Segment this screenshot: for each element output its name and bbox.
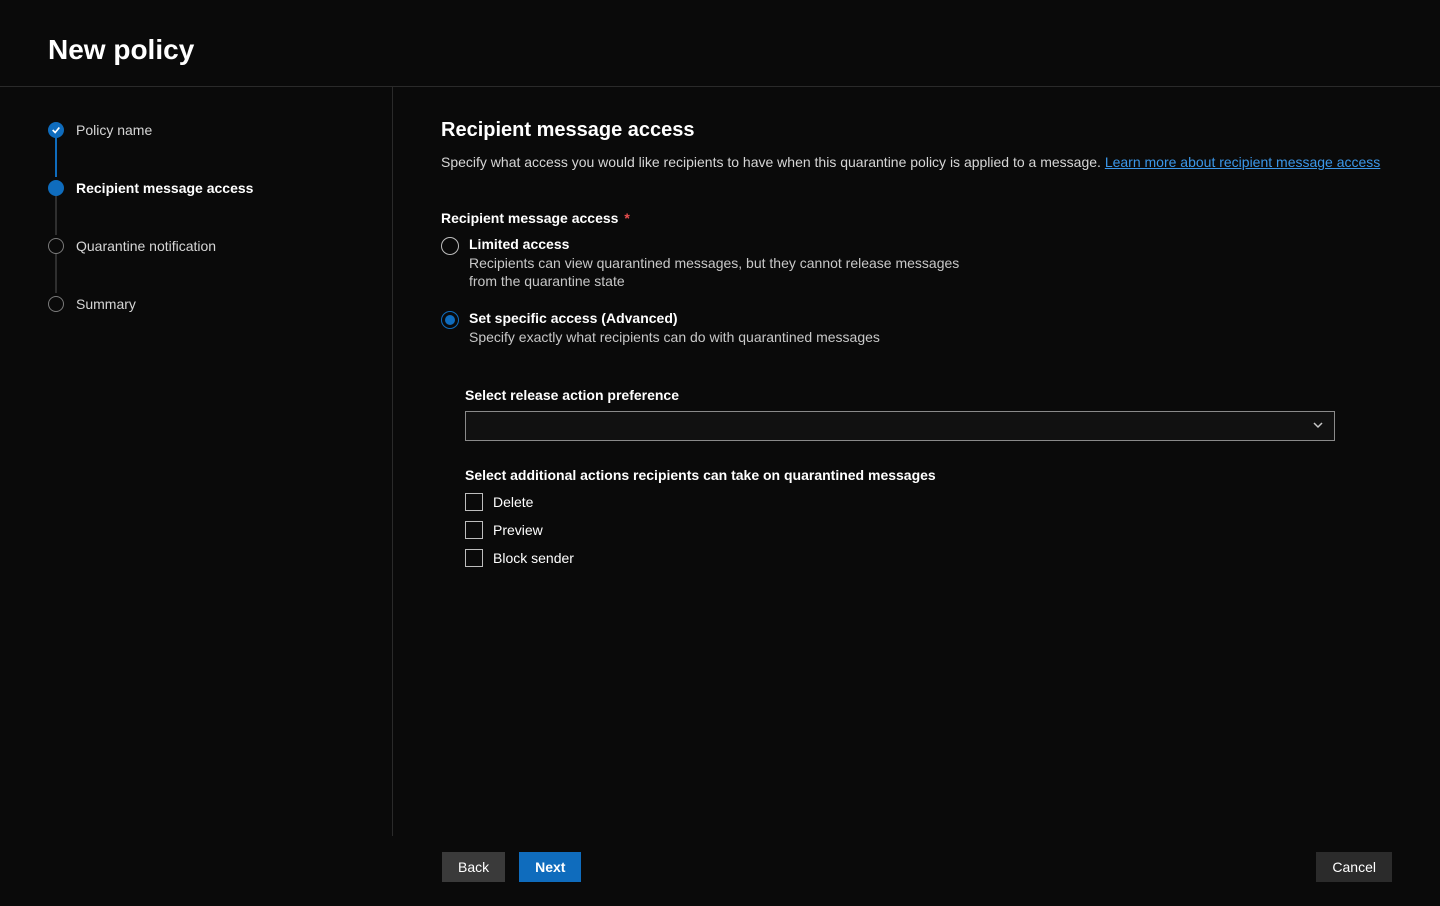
wizard-footer: Back Next Cancel [0, 836, 1440, 906]
radio-texts: Set specific access (Advanced) Specify e… [469, 310, 880, 346]
future-step-icon [48, 296, 64, 312]
radio-icon [441, 311, 459, 329]
checkbox-icon [465, 493, 483, 511]
check-icon [48, 122, 64, 138]
radio-texts: Limited access Recipients can view quara… [469, 236, 969, 290]
field-label-text: Recipient message access [441, 210, 618, 226]
panel-header: New policy [0, 0, 1440, 87]
access-radio-group: Limited access Recipients can view quara… [441, 236, 1392, 347]
step-content: Recipient message access Specify what ac… [393, 87, 1440, 836]
content-description: Specify what access you would like recip… [441, 154, 1392, 170]
field-label-recipient-access: Recipient message access * [441, 210, 1392, 226]
release-preference-label: Select release action preference [465, 387, 1392, 403]
page-title: New policy [48, 34, 1392, 66]
checkbox-icon [465, 521, 483, 539]
step-connector [55, 137, 57, 177]
release-preference-select[interactable] [465, 411, 1335, 441]
current-step-icon [48, 180, 64, 196]
checkbox-delete[interactable]: Delete [465, 493, 1392, 511]
wizard-panel: { "header": { "title": "New policy" }, "… [0, 0, 1440, 906]
step-label: Quarantine notification [76, 238, 216, 254]
step-recipient-message-access[interactable]: Recipient message access [48, 177, 392, 199]
learn-more-link[interactable]: Learn more about recipient message acces… [1105, 154, 1380, 170]
step-label: Policy name [76, 122, 152, 138]
next-button[interactable]: Next [519, 852, 581, 882]
additional-actions-list: Delete Preview Block sender [465, 493, 1392, 567]
radio-subtitle: Recipients can view quarantined messages… [469, 254, 969, 290]
panel-body: Policy name Recipient message access Qua… [0, 87, 1440, 836]
future-step-icon [48, 238, 64, 254]
description-text: Specify what access you would like recip… [441, 154, 1105, 170]
checkbox-label: Delete [493, 494, 533, 510]
checkbox-label: Block sender [493, 550, 574, 566]
cancel-button[interactable]: Cancel [1316, 852, 1392, 882]
content-heading: Recipient message access [441, 119, 1392, 142]
step-policy-name[interactable]: Policy name [48, 119, 392, 141]
step-summary[interactable]: Summary [48, 293, 392, 315]
wizard-steps: Policy name Recipient message access Qua… [0, 87, 393, 836]
back-button[interactable]: Back [442, 852, 505, 882]
checkbox-label: Preview [493, 522, 543, 538]
checkbox-block-sender[interactable]: Block sender [465, 549, 1392, 567]
step-label: Recipient message access [76, 180, 253, 196]
chevron-down-icon [1312, 418, 1324, 434]
checkbox-preview[interactable]: Preview [465, 521, 1392, 539]
radio-subtitle: Specify exactly what recipients can do w… [469, 328, 880, 346]
step-connector [55, 253, 57, 293]
step-quarantine-notification[interactable]: Quarantine notification [48, 235, 392, 257]
radio-title: Set specific access (Advanced) [469, 310, 880, 326]
step-label: Summary [76, 296, 136, 312]
required-asterisk: * [624, 210, 629, 226]
checkbox-icon [465, 549, 483, 567]
advanced-settings: Select release action preference Select … [441, 387, 1392, 567]
additional-actions-label: Select additional actions recipients can… [465, 467, 1392, 483]
radio-icon [441, 237, 459, 255]
step-connector [55, 195, 57, 235]
radio-specific-access[interactable]: Set specific access (Advanced) Specify e… [441, 310, 1392, 346]
radio-title: Limited access [469, 236, 969, 252]
radio-limited-access[interactable]: Limited access Recipients can view quara… [441, 236, 1392, 290]
